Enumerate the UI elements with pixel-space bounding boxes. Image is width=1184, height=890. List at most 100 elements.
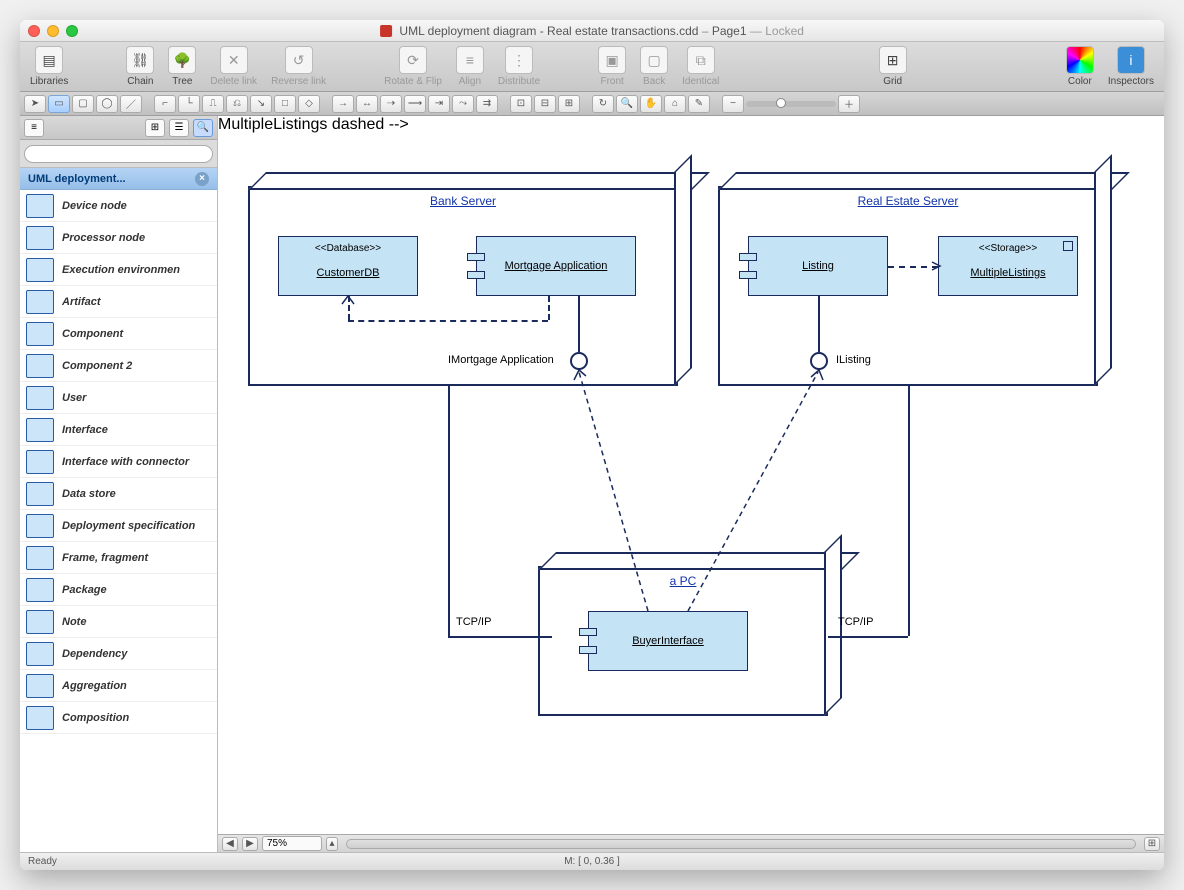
pointer-tool[interactable]: ➤ [24,95,46,113]
connector-tool-3[interactable]: ⎍ [202,95,224,113]
iface-imortgage[interactable] [570,352,588,370]
snap-tool-1[interactable]: ⊡ [510,95,532,113]
front-button[interactable]: ▣Front [598,46,626,87]
arrow-style-3[interactable]: ⇢ [380,95,402,113]
iface-ilisting[interactable] [810,352,828,370]
main-toolbar: ▤Libraries ⛓Chain 🌳Tree ✕Delete link ↺Re… [20,42,1164,92]
shape-label: Component [62,328,123,340]
view-detail-icon[interactable]: ☰ [169,119,189,137]
shape-item[interactable]: Dependency [20,638,217,670]
shape-item[interactable]: Deployment specification [20,510,217,542]
chain-button[interactable]: ⛓Chain [126,46,154,87]
shape-item[interactable]: Component 2 [20,350,217,382]
refresh-tool[interactable]: ↻ [592,95,614,113]
view-list-icon[interactable]: ≡ [24,119,44,137]
close-library-icon[interactable]: × [195,172,209,186]
diagram-canvas[interactable]: Bank Server <<Database>> CustomerDB Mort… [218,116,1164,834]
comp-listing[interactable]: Listing [748,236,888,296]
shape-item[interactable]: Device node [20,190,217,222]
close-button[interactable] [28,25,40,37]
shape-item[interactable]: Interface [20,414,217,446]
tree-button[interactable]: 🌳Tree [168,46,196,87]
zoom-out[interactable]: − [722,95,744,113]
connector-tool-7[interactable]: ◇ [298,95,320,113]
shape-thumb [26,290,54,314]
delete-link-button[interactable]: ✕Delete link [210,46,257,87]
shape-item[interactable]: Data store [20,478,217,510]
comp-mortgage-app[interactable]: Mortgage Application [476,236,636,296]
snap-tool-2[interactable]: ⊟ [534,95,556,113]
shape-item[interactable]: Composition [20,702,217,734]
inspectors-button[interactable]: iInspectors [1108,46,1154,87]
connector-tool-4[interactable]: ⎌ [226,95,248,113]
search-input[interactable] [24,145,213,163]
minimize-button[interactable] [47,25,59,37]
line-tool[interactable]: ／ [120,95,142,113]
zoom-button[interactable] [66,25,78,37]
back-button[interactable]: ▢Back [640,46,668,87]
connector-tool-1[interactable]: ⌐ [154,95,176,113]
eyedropper-tool[interactable]: ⌂ [664,95,686,113]
traffic-lights [28,25,78,37]
page-prev[interactable]: ◀ [222,837,238,851]
rect-tool[interactable]: ▢ [72,95,94,113]
connector-tool-6[interactable]: □ [274,95,296,113]
zoom-display[interactable]: 75% [262,836,322,851]
arrow-style-2[interactable]: ↔ [356,95,378,113]
shape-thumb [26,706,54,730]
zoom-slider[interactable] [746,101,836,107]
zoom-tool[interactable]: 🔍 [616,95,638,113]
arrow-style-5[interactable]: ⇥ [428,95,450,113]
view-grid-icon[interactable]: ⊞ [145,119,165,137]
comp-customer-db[interactable]: <<Database>> CustomerDB [278,236,418,296]
shape-item[interactable]: User [20,382,217,414]
shape-item[interactable]: Package [20,574,217,606]
zoom-in[interactable]: ＋ [838,95,860,113]
doc-icon [380,25,392,37]
comp-multiple-listings[interactable]: <<Storage>> MultipleListings [938,236,1078,296]
shape-item[interactable]: Note [20,606,217,638]
db-stereo: <<Database>> [279,243,417,254]
shape-item[interactable]: Frame, fragment [20,542,217,574]
arrow-style-6[interactable]: ⤳ [452,95,474,113]
shape-thumb [26,578,54,602]
rotate-flip-button[interactable]: ⟳Rotate & Flip [384,46,442,87]
select-tool[interactable]: ▭ [48,95,70,113]
hand-tool[interactable]: ✋ [640,95,662,113]
shape-label: Artifact [62,296,101,308]
connector-tool-5[interactable]: ↘ [250,95,272,113]
title-filename: UML deployment diagram - Real estate tra… [399,24,698,38]
shape-thumb [26,194,54,218]
hscrollbar[interactable] [346,839,1136,849]
shape-label: Interface with connector [62,456,189,468]
color-button[interactable]: Color [1066,46,1094,87]
distribute-button[interactable]: ⋮Distribute [498,46,540,87]
shape-item[interactable]: Artifact [20,286,217,318]
shape-thumb [26,642,54,666]
page-tabs[interactable]: ⊞ [1144,837,1160,851]
shape-item[interactable]: Execution environmen [20,254,217,286]
zoom-stepper[interactable]: ▴ [326,837,338,851]
arrow-style-4[interactable]: ⟶ [404,95,426,113]
reverse-link-button[interactable]: ↺Reverse link [271,46,326,87]
search-toggle-icon[interactable]: 🔍 [193,119,213,137]
crop-tool[interactable]: ✎ [688,95,710,113]
comp-buyer-interface[interactable]: BuyerInterface [588,611,748,671]
ellipse-tool[interactable]: ◯ [96,95,118,113]
align-button[interactable]: ≡Align [456,46,484,87]
arrow-style-1[interactable]: → [332,95,354,113]
snap-tool-3[interactable]: ⊞ [558,95,580,113]
shape-item[interactable]: Interface with connector [20,446,217,478]
arrow-style-7[interactable]: ⇉ [476,95,498,113]
shape-item[interactable]: Processor node [20,222,217,254]
connector-tool-2[interactable]: └ [178,95,200,113]
grid-button[interactable]: ⊞Grid [879,46,907,87]
ilisting-label: IListing [836,354,871,366]
page-next[interactable]: ▶ [242,837,258,851]
libraries-button[interactable]: ▤Libraries [30,46,68,87]
shape-item[interactable]: Component [20,318,217,350]
shape-item[interactable]: Aggregation [20,670,217,702]
library-title: UML deployment... [28,173,126,185]
library-header[interactable]: UML deployment... × [20,168,217,190]
identical-button[interactable]: ⧉Identical [682,46,719,87]
